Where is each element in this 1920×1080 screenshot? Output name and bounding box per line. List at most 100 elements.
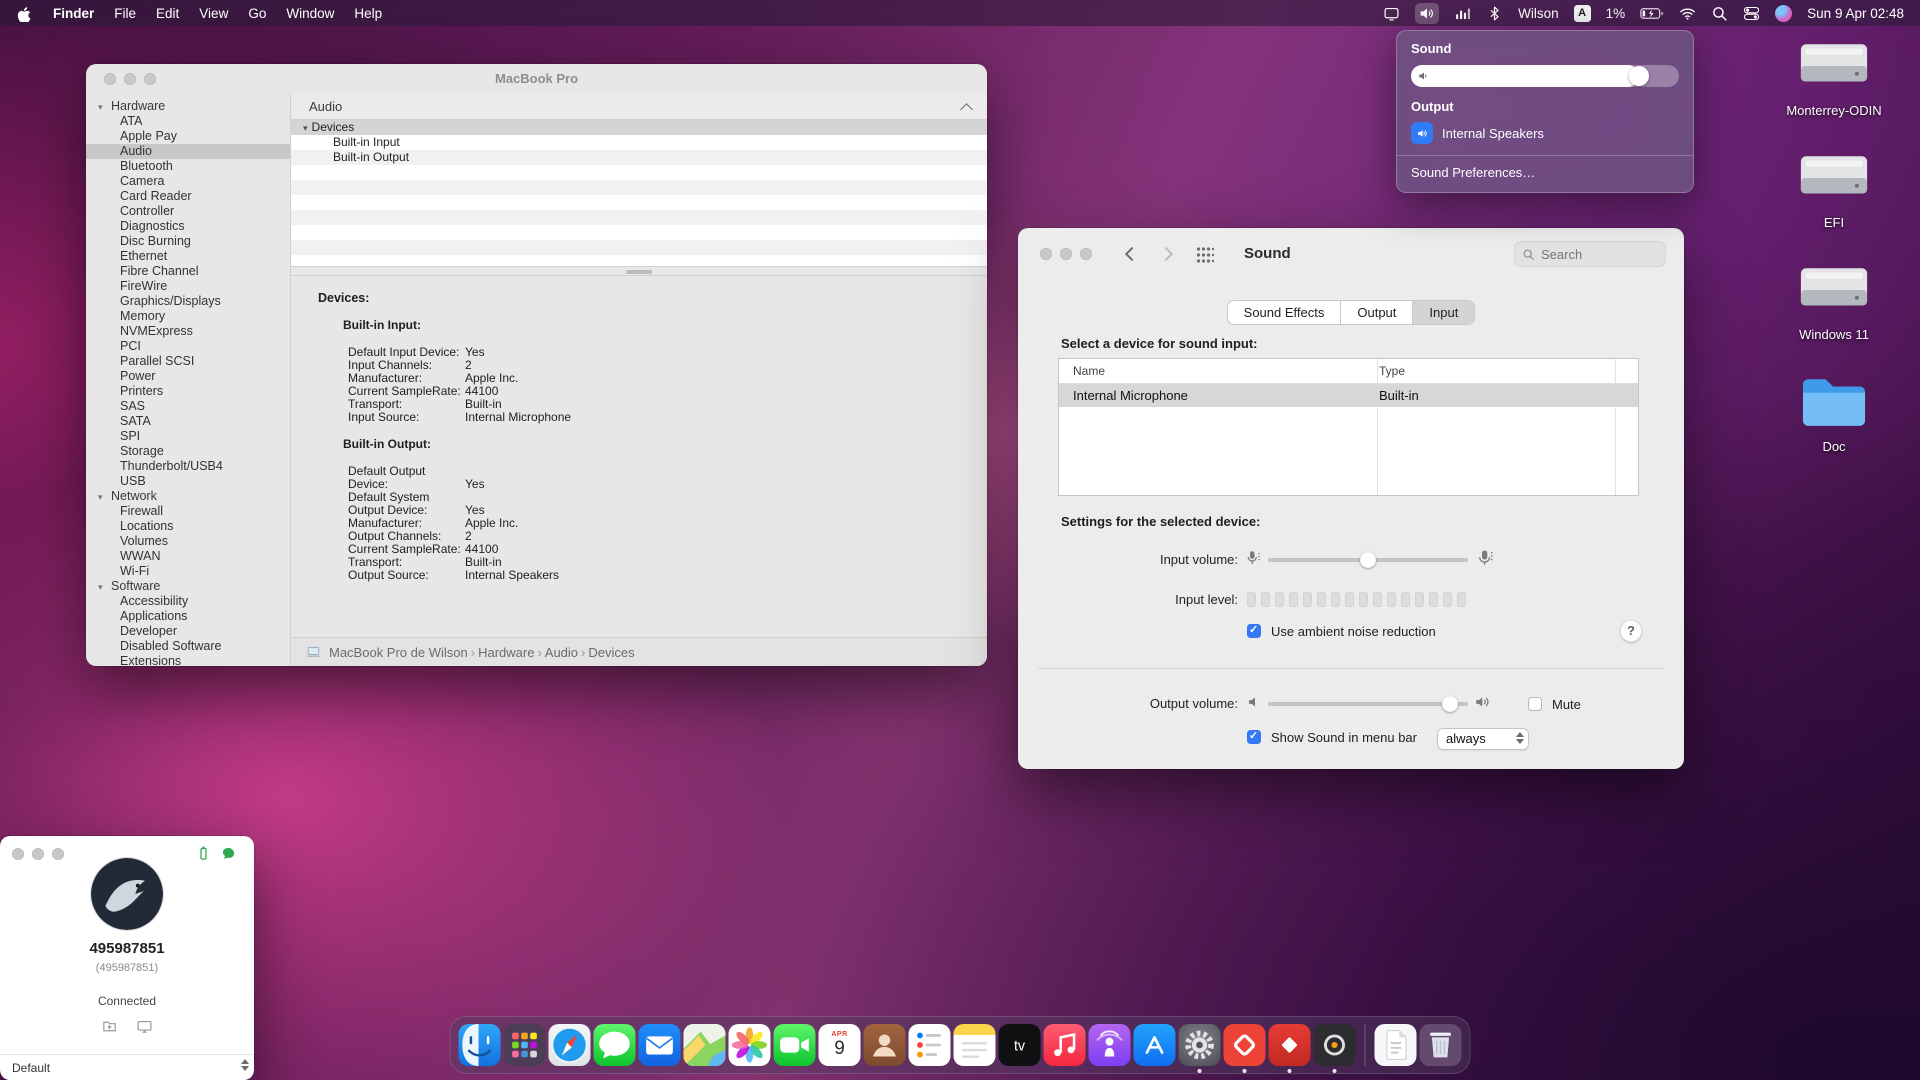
- sidebar-item-disabled-software[interactable]: Disabled Software: [86, 639, 290, 654]
- dock-icon-contacts[interactable]: [864, 1024, 906, 1066]
- device-row-built-in-input[interactable]: Built-in Input: [291, 135, 987, 150]
- sidebar-item-firewall[interactable]: Firewall: [86, 504, 290, 519]
- menu-bar-username[interactable]: Wilson: [1518, 6, 1559, 21]
- forward-button[interactable]: [1158, 244, 1178, 264]
- sidebar-item-applications[interactable]: Applications: [86, 609, 290, 624]
- ambient-noise-checkbox[interactable]: [1247, 624, 1261, 638]
- dock-icon-trash[interactable]: [1420, 1024, 1462, 1066]
- sysinfo-titlebar[interactable]: MacBook Pro: [86, 64, 987, 94]
- sidebar-item-sata[interactable]: SATA: [86, 414, 290, 429]
- search-field[interactable]: [1514, 241, 1666, 267]
- sidebar-item-parallel-scsi[interactable]: Parallel SCSI: [86, 354, 290, 369]
- help-button[interactable]: ?: [1620, 620, 1642, 642]
- sidebar-item-storage[interactable]: Storage: [86, 444, 290, 459]
- table-row-internal-microphone[interactable]: Internal MicrophoneBuilt-in: [1059, 384, 1638, 407]
- minimize-button[interactable]: [32, 848, 44, 860]
- dock-icon-safari[interactable]: [549, 1024, 591, 1066]
- sound-preferences-link[interactable]: Sound Preferences…: [1411, 165, 1679, 180]
- menu-item-window[interactable]: Window: [276, 6, 344, 21]
- sidebar-item-bluetooth[interactable]: Bluetooth: [86, 159, 290, 174]
- close-button[interactable]: [12, 848, 24, 860]
- sidebar-item-locations[interactable]: Locations: [86, 519, 290, 534]
- menu-bar-sound-checkbox[interactable]: [1247, 730, 1261, 744]
- dock-icon-messages[interactable]: [594, 1024, 636, 1066]
- display-icon[interactable]: [1383, 5, 1400, 22]
- control-center-icon[interactable]: [1743, 5, 1760, 22]
- desktop-icon-windows-11[interactable]: Windows 11: [1764, 260, 1904, 358]
- connection-status-icon[interactable]: [196, 846, 211, 866]
- tab-output[interactable]: Output: [1340, 301, 1412, 324]
- sidebar-item-developer[interactable]: Developer: [86, 624, 290, 639]
- collapse-chevron-icon[interactable]: [960, 103, 973, 116]
- column-header-type[interactable]: Type: [1379, 359, 1405, 383]
- desktop-icon-efi[interactable]: EFI: [1764, 148, 1904, 246]
- column-header-name[interactable]: Name: [1073, 359, 1105, 383]
- desktop-icon-doc[interactable]: Doc: [1764, 372, 1904, 470]
- apple-menu-icon[interactable]: [16, 5, 31, 22]
- dock-icon-app-dark[interactable]: [1314, 1024, 1356, 1066]
- dock-icon-podcasts[interactable]: [1089, 1024, 1131, 1066]
- audio-section-header[interactable]: Audio: [291, 94, 987, 120]
- sidebar-item-ata[interactable]: ATA: [86, 114, 290, 129]
- dock-icon-tv[interactable]: tv: [999, 1024, 1041, 1066]
- sidebar-item-printers[interactable]: Printers: [86, 384, 290, 399]
- breadcrumb-item[interactable]: Devices: [588, 645, 634, 660]
- sidebar-item-power[interactable]: Power: [86, 369, 290, 384]
- menu-item-go[interactable]: Go: [238, 6, 276, 21]
- popover-volume-slider[interactable]: [1411, 65, 1679, 87]
- sidebar-item-disc-burning[interactable]: Disc Burning: [86, 234, 290, 249]
- menu-bar-mode-select[interactable]: always: [1437, 728, 1529, 750]
- zoom-button[interactable]: [1080, 248, 1092, 260]
- dock-icon-music[interactable]: [1044, 1024, 1086, 1066]
- dock-icon-facetime[interactable]: [774, 1024, 816, 1066]
- sidebar-item-extensions[interactable]: Extensions: [86, 654, 290, 666]
- sidebar-item-sas[interactable]: SAS: [86, 399, 290, 414]
- mute-checkbox[interactable]: [1528, 697, 1542, 711]
- output-volume-slider[interactable]: [1268, 694, 1468, 714]
- dock-icon-documents[interactable]: [1375, 1024, 1417, 1066]
- sidebar-item-hardware[interactable]: ▾Hardware: [86, 99, 290, 114]
- breadcrumb-item[interactable]: Audio: [545, 645, 578, 660]
- input-device-table[interactable]: Name Type Internal MicrophoneBuilt-in: [1058, 358, 1639, 496]
- menu-item-edit[interactable]: Edit: [146, 6, 189, 21]
- siri-icon[interactable]: [1775, 5, 1792, 22]
- breadcrumb-item[interactable]: MacBook Pro de Wilson: [329, 645, 468, 660]
- menu-bar-clock[interactable]: Sun 9 Apr 02:48: [1807, 6, 1904, 21]
- sidebar-item-card-reader[interactable]: Card Reader: [86, 189, 290, 204]
- sidebar-item-graphics-displays[interactable]: Graphics/Displays: [86, 294, 290, 309]
- wifi-icon[interactable]: [1679, 5, 1696, 22]
- spotlight-search-icon[interactable]: [1711, 5, 1728, 22]
- dock-icon-finder[interactable]: [459, 1024, 501, 1066]
- sidebar-item-ethernet[interactable]: Ethernet: [86, 249, 290, 264]
- output-device-row[interactable]: Internal Speakers: [1411, 122, 1679, 144]
- sidebar-item-network[interactable]: ▾Network: [86, 489, 290, 504]
- tab-input[interactable]: Input: [1412, 301, 1474, 324]
- battery-icon[interactable]: [1640, 5, 1664, 22]
- minimize-button[interactable]: [1060, 248, 1072, 260]
- sidebar-item-memory[interactable]: Memory: [86, 309, 290, 324]
- tab-sound-effects[interactable]: Sound Effects: [1228, 301, 1341, 324]
- sidebar-item-volumes[interactable]: Volumes: [86, 534, 290, 549]
- sidebar-item-apple-pay[interactable]: Apple Pay: [86, 129, 290, 144]
- menu-item-help[interactable]: Help: [344, 6, 392, 21]
- input-source-icon[interactable]: A: [1574, 5, 1591, 22]
- sidebar-item-nvmexpress[interactable]: NVMExpress: [86, 324, 290, 339]
- sidebar-item-audio[interactable]: Audio: [86, 144, 290, 159]
- sidebar-item-camera[interactable]: Camera: [86, 174, 290, 189]
- device-row-built-in-output[interactable]: Built-in Output: [291, 150, 987, 165]
- dock-icon-launchpad[interactable]: [504, 1024, 546, 1066]
- dock-icon-app-store[interactable]: [1134, 1024, 1176, 1066]
- sidebar-item-controller[interactable]: Controller: [86, 204, 290, 219]
- zoom-button[interactable]: [52, 848, 64, 860]
- sidebar-item-usb[interactable]: USB: [86, 474, 290, 489]
- popover-volume-knob[interactable]: [1629, 66, 1649, 86]
- input-volume-slider[interactable]: [1268, 550, 1468, 570]
- dock-icon-calendar[interactable]: APR9: [819, 1024, 861, 1066]
- dock-icon-notes[interactable]: [954, 1024, 996, 1066]
- sidebar-item-firewire[interactable]: FireWire: [86, 279, 290, 294]
- desktop-icon-monterrey-odin[interactable]: Monterrey-ODIN: [1764, 36, 1904, 134]
- chat-icon[interactable]: [221, 846, 236, 866]
- pane-splitter[interactable]: [291, 266, 987, 276]
- menu-item-file[interactable]: File: [104, 6, 146, 21]
- sidebar-item-fibre-channel[interactable]: Fibre Channel: [86, 264, 290, 279]
